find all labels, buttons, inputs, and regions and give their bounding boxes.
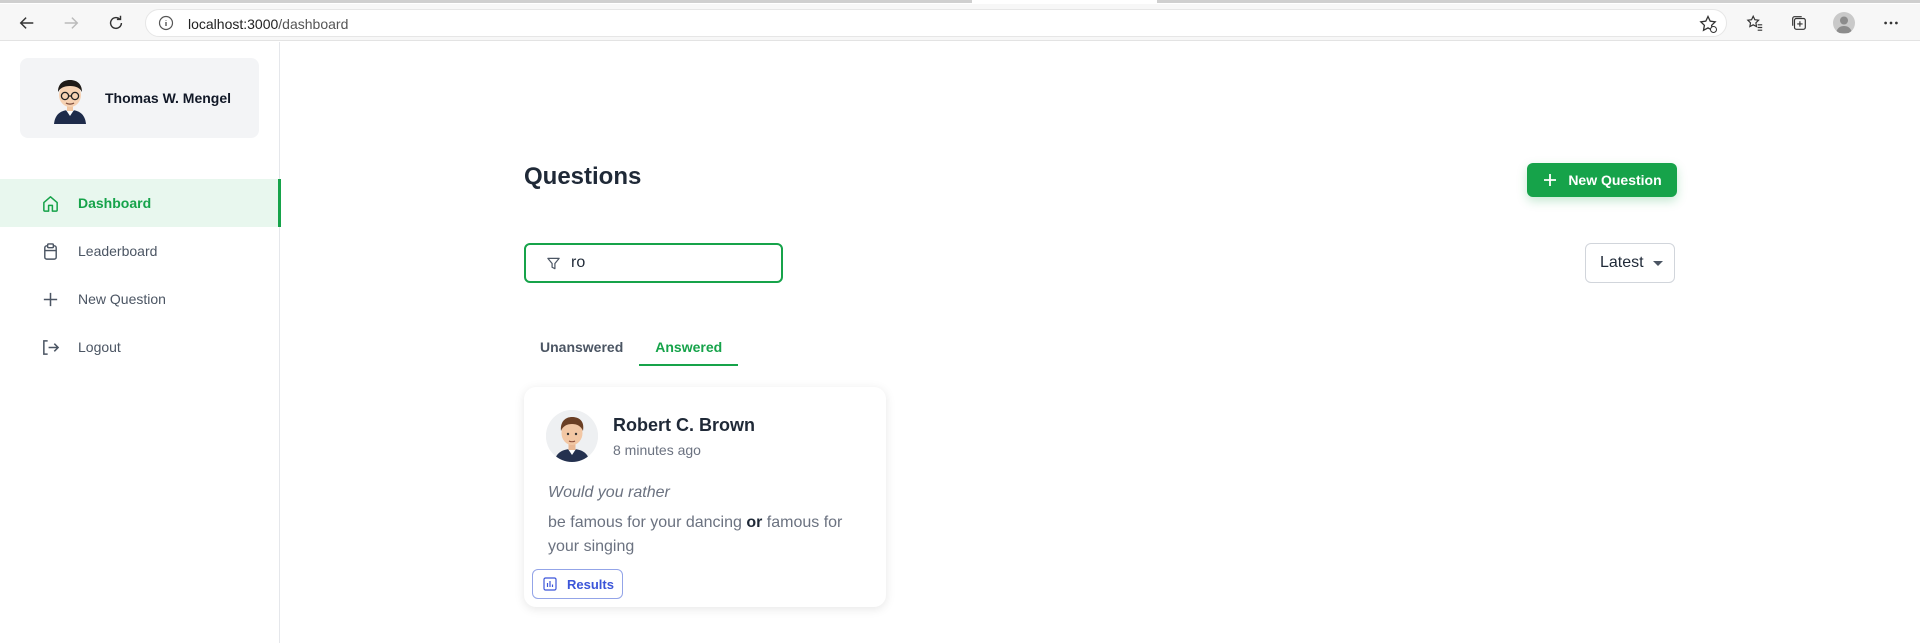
tab-strip-segment [0, 0, 972, 3]
main-content: Questions New Question Latest Unanswered… [281, 42, 1920, 643]
filter-input[interactable] [571, 254, 771, 272]
url-host: localhost:3000 [188, 16, 279, 32]
sidebar-item-logout[interactable]: Logout [0, 323, 280, 371]
back-button[interactable] [12, 8, 42, 38]
arrow-left-icon [19, 17, 34, 29]
author-avatar [546, 410, 598, 462]
forward-button[interactable] [56, 8, 86, 38]
sidebar-item-label: New Question [78, 291, 166, 307]
favorites-button[interactable] [1740, 8, 1770, 38]
profile-avatar-icon[interactable] [1833, 12, 1855, 34]
sidebar-item-dashboard[interactable]: Dashboard [0, 179, 281, 227]
user-avatar [44, 72, 96, 124]
tab-strip-segment [1157, 0, 1920, 3]
option-one: be famous for your dancing [548, 514, 742, 531]
sidebar-item-label: Leaderboard [78, 243, 158, 259]
plus-icon [1544, 174, 1557, 186]
new-question-button[interactable]: New Question [1527, 163, 1677, 197]
more-menu-button[interactable] [1876, 8, 1906, 38]
favorites-icon [1746, 14, 1763, 31]
sidebar-nav: Dashboard Leaderboard New Question Logou… [0, 179, 281, 371]
bar-chart-icon [543, 577, 557, 591]
clipboard-icon [40, 241, 60, 261]
tab-answered[interactable]: Answered [639, 328, 739, 366]
more-icon [1884, 21, 1898, 25]
sidebar-item-label: Logout [78, 339, 121, 355]
collections-icon [1792, 16, 1806, 30]
url-path: /dashboard [278, 16, 349, 32]
timestamp: 8 minutes ago [613, 442, 701, 458]
address-bar[interactable]: localhost:3000/dashboard [145, 9, 1727, 37]
user-name: Thomas W. Mengel [105, 90, 232, 106]
chevron-down-icon [1652, 260, 1663, 266]
sidebar: Thomas W. Mengel Dashboard Leaderboard N… [0, 42, 281, 643]
question-tabs: Unanswered Answered [524, 328, 739, 366]
plus-icon [40, 289, 60, 309]
sidebar-item-label: Dashboard [78, 195, 152, 211]
home-icon [40, 193, 60, 213]
collections-button[interactable] [1784, 8, 1814, 38]
arrow-right-icon [64, 17, 79, 29]
add-favorite-icon[interactable] [1698, 14, 1718, 34]
author-name: Robert C. Brown [613, 415, 755, 435]
results-label: Results [567, 576, 614, 592]
reload-button[interactable] [101, 8, 131, 38]
sort-select[interactable]: Latest [1585, 243, 1675, 283]
question-options: be famous for your dancing or famous for… [548, 511, 868, 559]
page-title: Questions [524, 163, 642, 190]
results-button[interactable]: Results [532, 569, 623, 599]
filter-icon [547, 257, 560, 269]
question-card[interactable]: Robert C. Brown 8 minutes ago Would you … [524, 387, 886, 607]
option-connector: or [746, 514, 763, 531]
browser-toolbar: localhost:3000/dashboard [0, 4, 1920, 41]
reload-icon [109, 15, 123, 30]
question-prompt: Would you rather [548, 484, 670, 501]
sidebar-item-leaderboard[interactable]: Leaderboard [0, 227, 280, 275]
user-card: Thomas W. Mengel [20, 58, 259, 138]
sidebar-item-new-question[interactable]: New Question [0, 275, 280, 323]
filter-field[interactable] [524, 243, 783, 283]
info-icon[interactable] [158, 15, 174, 31]
new-question-label: New Question [1568, 172, 1662, 188]
sort-selected-label: Latest [1600, 254, 1644, 271]
logout-icon [40, 337, 60, 357]
address-url[interactable]: localhost:3000/dashboard [188, 16, 348, 32]
tab-unanswered[interactable]: Unanswered [524, 328, 639, 366]
